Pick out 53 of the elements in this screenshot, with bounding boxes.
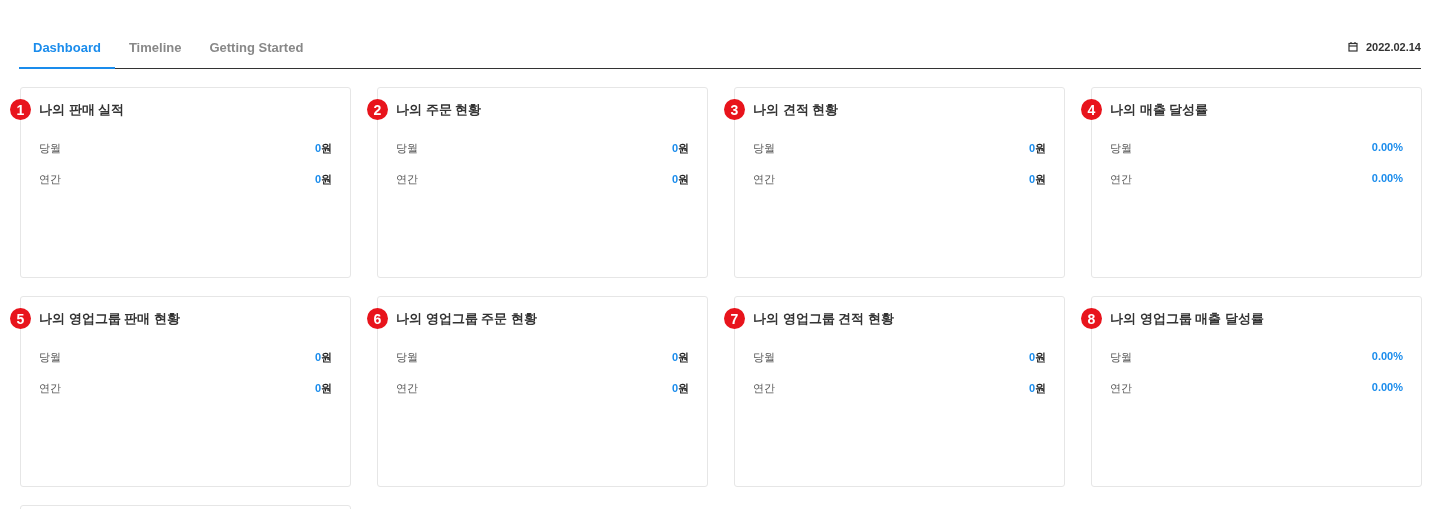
number-badge: 3 bbox=[724, 99, 745, 120]
row-value: 0원 bbox=[1028, 350, 1046, 365]
row-label: 당월 bbox=[1110, 350, 1132, 365]
row-value: 0원 bbox=[671, 141, 689, 156]
row-label: 연간 bbox=[753, 381, 775, 396]
row-label: 당월 bbox=[396, 141, 418, 156]
card-title: 나의 영업그룹 매출 달성률 bbox=[1110, 310, 1265, 328]
row-value: 0원 bbox=[314, 172, 332, 187]
row-label: 당월 bbox=[39, 350, 61, 365]
row-label: 연간 bbox=[39, 381, 61, 396]
card-title: 나의 판매 실적 bbox=[39, 101, 126, 119]
row-label: 연간 bbox=[753, 172, 775, 187]
row-label: 당월 bbox=[753, 350, 775, 365]
number-badge: 5 bbox=[10, 308, 31, 329]
number-badge: 1 bbox=[10, 99, 31, 120]
card-title: 나의 영업그룹 판매 현황 bbox=[39, 310, 181, 328]
row-value: 0원 bbox=[1028, 141, 1046, 156]
row-label: 당월 bbox=[39, 141, 61, 156]
row-value: 0원 bbox=[671, 350, 689, 365]
calendar-icon bbox=[1347, 42, 1358, 52]
row-value: 0원 bbox=[1028, 381, 1046, 396]
tab[interactable]: Getting Started bbox=[195, 28, 318, 69]
number-badge: 7 bbox=[724, 308, 745, 329]
row-label: 연간 bbox=[39, 172, 61, 187]
card-title: 나의 견적 현황 bbox=[753, 101, 840, 119]
row-value: 0원 bbox=[1028, 172, 1046, 187]
row-label: 연간 bbox=[396, 172, 418, 187]
row-label: 연간 bbox=[1110, 172, 1132, 187]
number-badge: 2 bbox=[367, 99, 388, 120]
tab[interactable]: Dashboard bbox=[19, 28, 115, 69]
row-value: 0.00% bbox=[1371, 381, 1403, 395]
row-value: 0원 bbox=[314, 350, 332, 365]
number-badge: 6 bbox=[367, 308, 388, 329]
row-value: 0.00% bbox=[1371, 141, 1403, 155]
card-title: 나의 매출 달성률 bbox=[1110, 101, 1210, 119]
row-label: 당월 bbox=[753, 141, 775, 156]
tab[interactable]: Timeline bbox=[114, 28, 196, 69]
number-badge: 8 bbox=[1081, 308, 1102, 329]
card-title: 나의 주문 현황 bbox=[396, 101, 483, 119]
row-label: 연간 bbox=[1110, 381, 1132, 396]
row-value: 0원 bbox=[671, 172, 689, 187]
row-label: 연간 bbox=[396, 381, 418, 396]
row-label: 당월 bbox=[1110, 141, 1132, 156]
date-text: 2022.02.14 bbox=[1365, 41, 1421, 53]
card-title: 나의 영업그룹 주문 현황 bbox=[396, 310, 538, 328]
row-value: 0원 bbox=[314, 381, 332, 396]
row-value: 0원 bbox=[314, 141, 332, 156]
card-title: 나의 영업그룹 견적 현황 bbox=[753, 310, 895, 328]
row-label: 당월 bbox=[396, 350, 418, 365]
row-value: 0원 bbox=[671, 381, 689, 396]
number-badge: 4 bbox=[1081, 99, 1102, 120]
row-value: 0.00% bbox=[1371, 172, 1403, 186]
row-value: 0.00% bbox=[1371, 350, 1403, 364]
